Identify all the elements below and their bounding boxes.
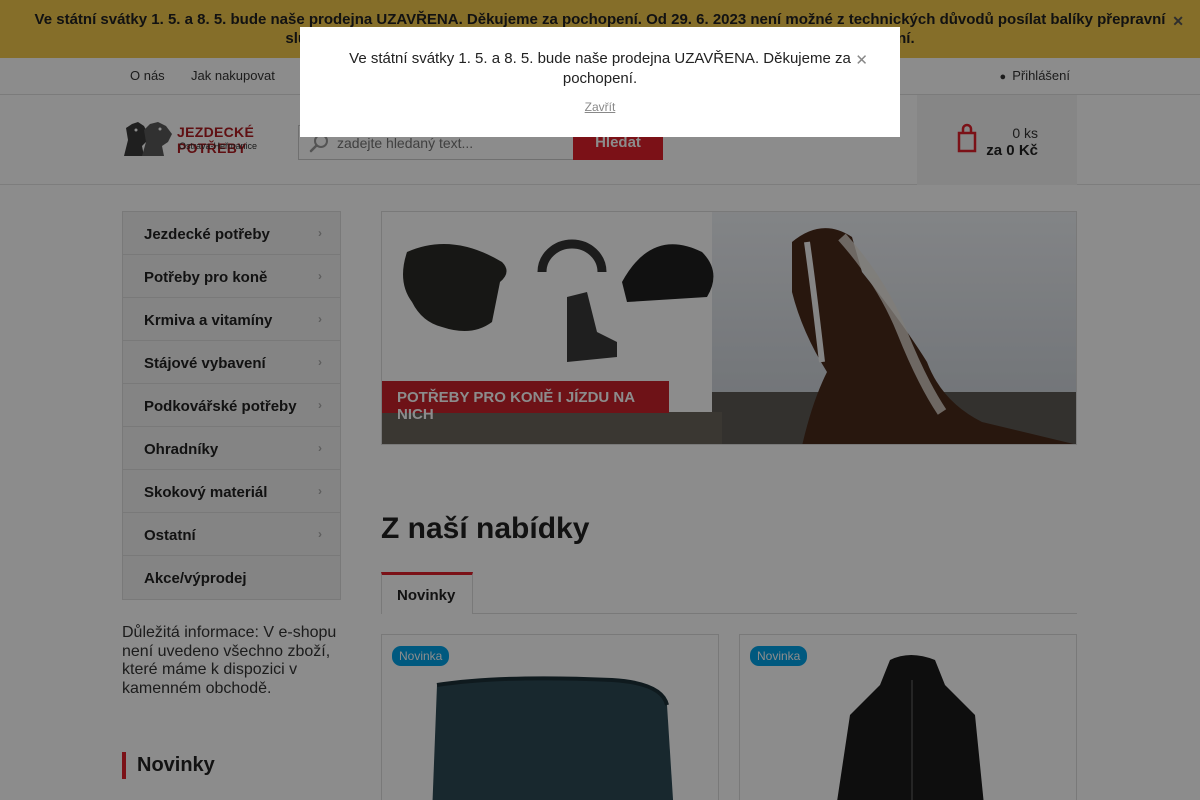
close-icon[interactable]: ✕ — [855, 51, 868, 69]
modal-text: Ve státní svátky 1. 5. a 8. 5. bude naše… — [349, 50, 851, 87]
notice-modal: Ve státní svátky 1. 5. a 8. 5. bude naše… — [300, 27, 900, 137]
modal-close-link[interactable]: Zavřít — [300, 100, 900, 114]
